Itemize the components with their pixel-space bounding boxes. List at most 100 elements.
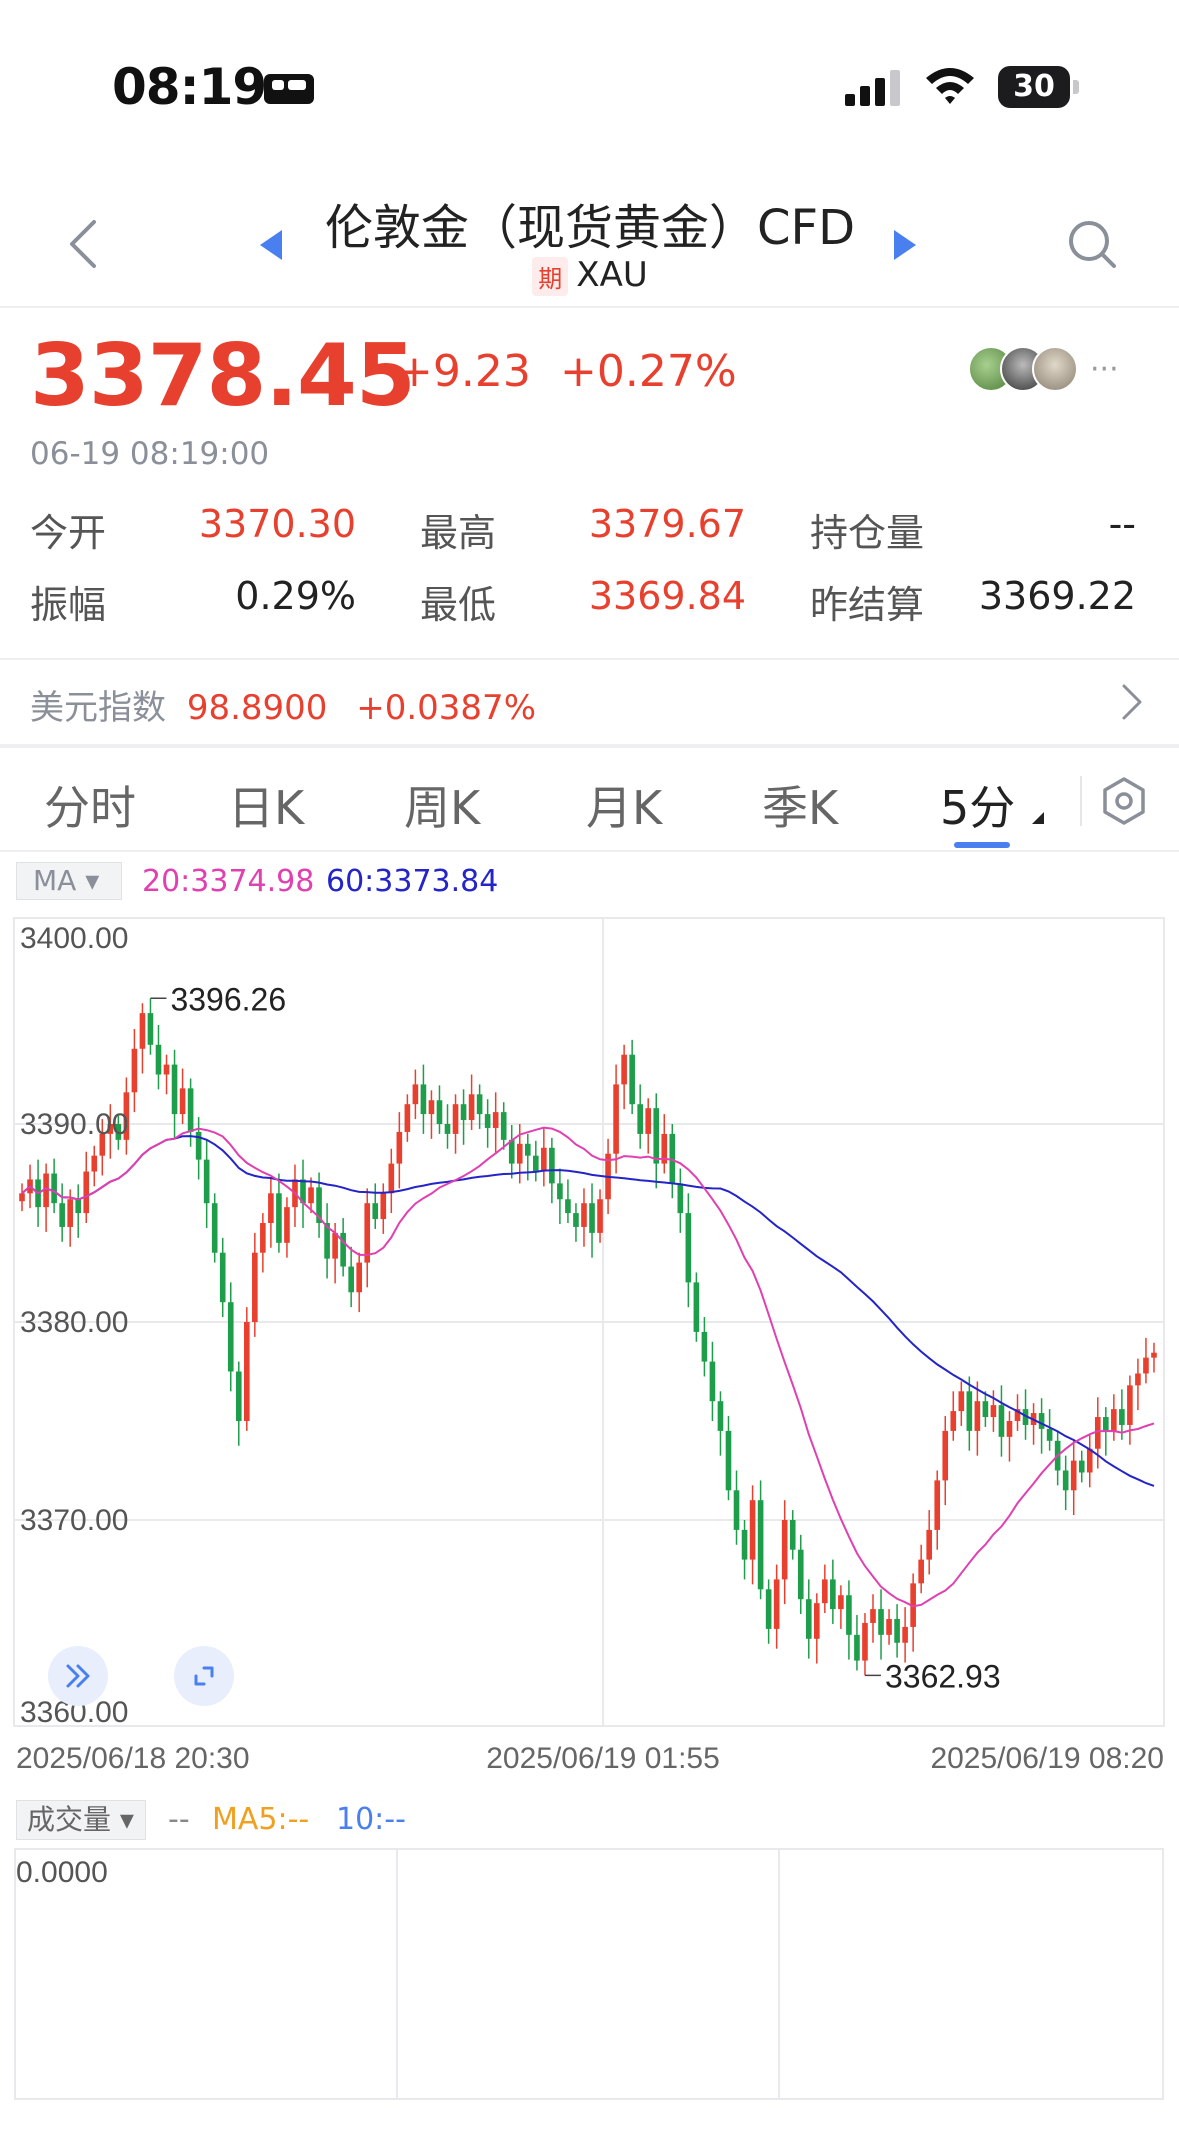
candle [765,1579,772,1644]
candle [468,1074,475,1130]
candle [709,1341,716,1421]
prev-symbol-icon[interactable] [258,228,284,262]
stat-value-low: 3369.84 [588,574,746,618]
candle [300,1159,306,1228]
stat-value-open-interest: -- [1108,502,1136,546]
candle [589,1183,595,1258]
y-tick-label: 3380.00 [20,1306,128,1339]
candle [894,1604,900,1658]
candle [388,1148,395,1214]
candle [203,1139,210,1228]
candle [460,1089,467,1145]
candle [717,1391,724,1456]
fullscreen-button[interactable] [174,1646,234,1706]
candle [211,1193,218,1263]
candle [693,1272,700,1342]
volume-ma5: MA5:-- [212,1802,310,1837]
expand-panel-button[interactable] [48,1646,108,1706]
volume-chart[interactable] [14,1848,1164,2100]
candle [533,1140,539,1182]
candle [677,1168,684,1233]
y-tick-label: 3390.00 [20,1108,128,1141]
candle [1038,1398,1045,1454]
tab-daily-k[interactable]: 日K [228,772,304,838]
active-tab-indicator [954,842,1010,848]
candle [653,1093,660,1189]
candle [846,1580,852,1660]
candle [733,1470,740,1545]
candle [942,1416,949,1506]
tab-monthly-k[interactable]: 月K [586,772,662,838]
candle [629,1039,635,1115]
candle [83,1151,90,1223]
watchers-avatars[interactable] [968,346,1080,392]
candle [1143,1337,1149,1384]
candle [171,1049,178,1139]
candle [581,1188,587,1247]
stat-label-open: 今开 [30,511,107,555]
dropdown-corner-icon[interactable] [1032,812,1044,824]
candle [163,1054,170,1095]
candle [878,1589,884,1660]
next-symbol-icon[interactable] [892,228,918,262]
candle [219,1237,226,1318]
candle [155,1025,162,1090]
candle [797,1534,804,1615]
tab-weekly-k[interactable]: 周K [404,772,480,838]
candle [701,1317,708,1377]
candle [1086,1433,1093,1488]
candle [227,1282,234,1392]
candle [1046,1409,1053,1451]
candle [91,1145,98,1187]
x-tick-label: 2025/06/18 20:30 [16,1742,250,1775]
candle [541,1127,547,1187]
stat-label-open-interest: 持仓量 [810,511,925,555]
candle [870,1594,876,1643]
x-tick-label: 2025/06/19 08:20 [930,1742,1164,1775]
tab-quarterly-k[interactable]: 季K [762,772,838,838]
symbol-code: XAU [576,255,648,295]
ma60-line [21,1135,1155,1487]
candle [348,1246,354,1308]
tab-intraday[interactable]: 分时 [44,772,136,838]
volume-ma10: 10:-- [336,1802,406,1837]
symbol-line: 期 XAU [300,255,880,296]
candle [284,1197,290,1258]
candle [276,1173,282,1253]
ma20-value: 20:3374.98 [142,864,315,899]
back-icon[interactable] [66,218,100,270]
candle [781,1500,788,1605]
chevron-right-icon[interactable] [1120,682,1144,722]
candle [324,1203,330,1279]
usd-index-row[interactable]: 美元指数 98.8900 +0.0387% [30,680,536,729]
candle [340,1218,346,1277]
candle [805,1579,812,1659]
candle [1151,1342,1157,1373]
candle [476,1084,483,1129]
candle [508,1124,515,1179]
candle [621,1044,627,1110]
candle [260,1213,266,1273]
ma-indicator-select[interactable]: MA ▾ [16,862,122,900]
candle [966,1376,973,1451]
candle [1030,1403,1037,1445]
stat-value-open: 3370.30 [198,502,356,546]
more-icon[interactable]: ··· [1090,352,1130,387]
low-annotation: 3362.93 [885,1658,1001,1694]
ma60-value: 60:3373.84 [326,864,499,899]
candle [1078,1450,1085,1483]
candle [19,1183,25,1212]
candle [934,1470,941,1550]
high-annotation: 3396.26 [170,981,286,1017]
stat-value-prev-settle: 3369.22 [978,574,1136,618]
candle [958,1381,965,1426]
y-tick-label: 3370.00 [20,1504,128,1537]
tab-5min[interactable]: 5分 [940,772,1015,838]
chart-settings-icon[interactable] [1100,776,1148,826]
candle [51,1158,57,1214]
volume-indicator-select[interactable]: 成交量 ▾ [16,1800,146,1840]
candle [854,1615,860,1671]
candle [75,1184,82,1238]
search-icon[interactable] [1066,218,1118,270]
stat-label-amplitude: 振幅 [30,583,107,627]
